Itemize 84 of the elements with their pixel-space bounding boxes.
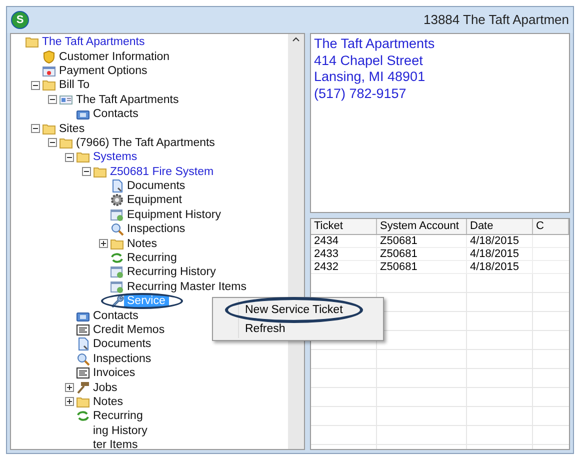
table-cell: 2433: [311, 248, 377, 260]
folder-icon: [92, 164, 106, 179]
folder-icon: [110, 236, 124, 251]
folder-icon: [76, 394, 90, 409]
app-logo: S: [11, 11, 29, 29]
tree-item[interactable]: Systems: [90, 151, 142, 164]
tree-item[interactable]: Recurring Master Items: [124, 280, 251, 293]
tree-item[interactable]: Jobs: [90, 382, 122, 394]
tree-item[interactable]: Payment Options: [56, 64, 152, 77]
tree-item[interactable]: Z50681 Fire System: [107, 166, 218, 178]
expand-toggle[interactable]: [64, 383, 74, 392]
collapse-toggle[interactable]: [30, 80, 40, 90]
table-cell: 4/18/2015: [467, 248, 533, 260]
expand-toggle[interactable]: [98, 239, 108, 248]
magnifier-icon: [110, 222, 124, 236]
document-icon: [76, 337, 90, 352]
tree-item[interactable]: The Taft Apartments: [39, 36, 149, 48]
tree-item[interactable]: Recurring: [90, 410, 147, 422]
tree-item[interactable]: Equipment History: [124, 208, 225, 221]
tree-item[interactable]: Inspections: [124, 223, 190, 236]
tree-item[interactable]: Customer Information: [56, 50, 174, 63]
tree-item[interactable]: (7966) The Taft Apartments: [73, 136, 219, 149]
column-header[interactable]: Ticket: [311, 219, 377, 234]
tree-item[interactable]: The Taft Apartments: [73, 94, 183, 106]
wrench-icon: [110, 294, 124, 308]
magnifier-icon: [76, 352, 90, 366]
tree-item[interactable]: Inspections: [90, 352, 156, 365]
tree-item[interactable]: Recurring: [124, 252, 181, 264]
table-cell: 4/18/2015: [467, 235, 533, 247]
address-line: 414 Chapel Street: [314, 52, 424, 69]
document-icon: [110, 179, 124, 194]
table-cell: Z50681: [377, 261, 467, 273]
tree-item[interactable]: Credit Memos: [90, 324, 169, 336]
card-icon: [42, 64, 56, 78]
column-header[interactable]: System Account: [377, 219, 467, 234]
menu-item[interactable]: Refresh: [245, 322, 286, 336]
folder-icon: [76, 150, 90, 164]
expand-toggle[interactable]: [64, 397, 74, 406]
folder-icon: [58, 136, 72, 150]
address-line: The Taft Apartments: [314, 36, 436, 52]
collapse-toggle[interactable]: [48, 138, 56, 148]
tree-item[interactable]: Notes: [124, 238, 162, 250]
receipt-icon: [76, 366, 90, 380]
calendar-icon: [110, 280, 124, 294]
address-line: Lansing, MI 48901: [314, 69, 426, 86]
tree-item[interactable]: Equipment: [124, 194, 186, 206]
tree-item[interactable]: Documents: [90, 338, 156, 350]
hammer-icon: [76, 380, 90, 395]
collapse-toggle[interactable]: [48, 95, 56, 104]
folder-icon: [42, 78, 56, 92]
collapse-toggle[interactable]: [64, 152, 74, 162]
table-cell: 2434: [311, 235, 377, 247]
tree-item[interactable]: Bill To: [56, 79, 94, 92]
folder-icon: [42, 122, 56, 136]
table-cell: 2432: [311, 261, 377, 273]
tree-item[interactable]: ter Items: [90, 439, 142, 449]
menu-item[interactable]: New Service Ticket: [245, 302, 343, 316]
tree-item[interactable]: ing History: [90, 424, 152, 437]
table-cell: 4/18/2015: [467, 261, 533, 273]
column-header[interactable]: C: [533, 219, 569, 234]
tree-item[interactable]: Documents: [124, 180, 190, 192]
contact-card-icon: [58, 92, 72, 107]
refresh-icon: [110, 251, 124, 266]
table-cell: Z50681: [377, 248, 467, 260]
folder-icon: [24, 35, 38, 50]
gear-icon: [110, 193, 124, 208]
column-header[interactable]: Date: [467, 219, 533, 234]
tree-item[interactable]: Sites: [56, 122, 89, 135]
window-title: 13884 The Taft Apartmen: [423, 11, 569, 30]
collapse-toggle[interactable]: [82, 167, 90, 176]
collapse-toggle[interactable]: [30, 124, 40, 134]
tree-item[interactable]: Contacts: [90, 310, 142, 322]
calendar-icon: [110, 208, 124, 222]
chevron-up-icon[interactable]: [292, 37, 300, 42]
receipt-icon: [76, 323, 90, 337]
refresh-icon: [76, 409, 90, 424]
tree-item[interactable]: Recurring History: [124, 266, 220, 278]
tree-item[interactable]: Notes: [90, 396, 128, 408]
calendar-icon: [110, 265, 124, 280]
address-line: (517) 782-9157: [314, 86, 408, 102]
tree-item[interactable]: Invoices: [90, 367, 140, 380]
tree-item[interactable]: Contacts: [90, 108, 142, 120]
table-cell: Z50681: [377, 235, 467, 247]
shield-icon: [42, 50, 56, 64]
